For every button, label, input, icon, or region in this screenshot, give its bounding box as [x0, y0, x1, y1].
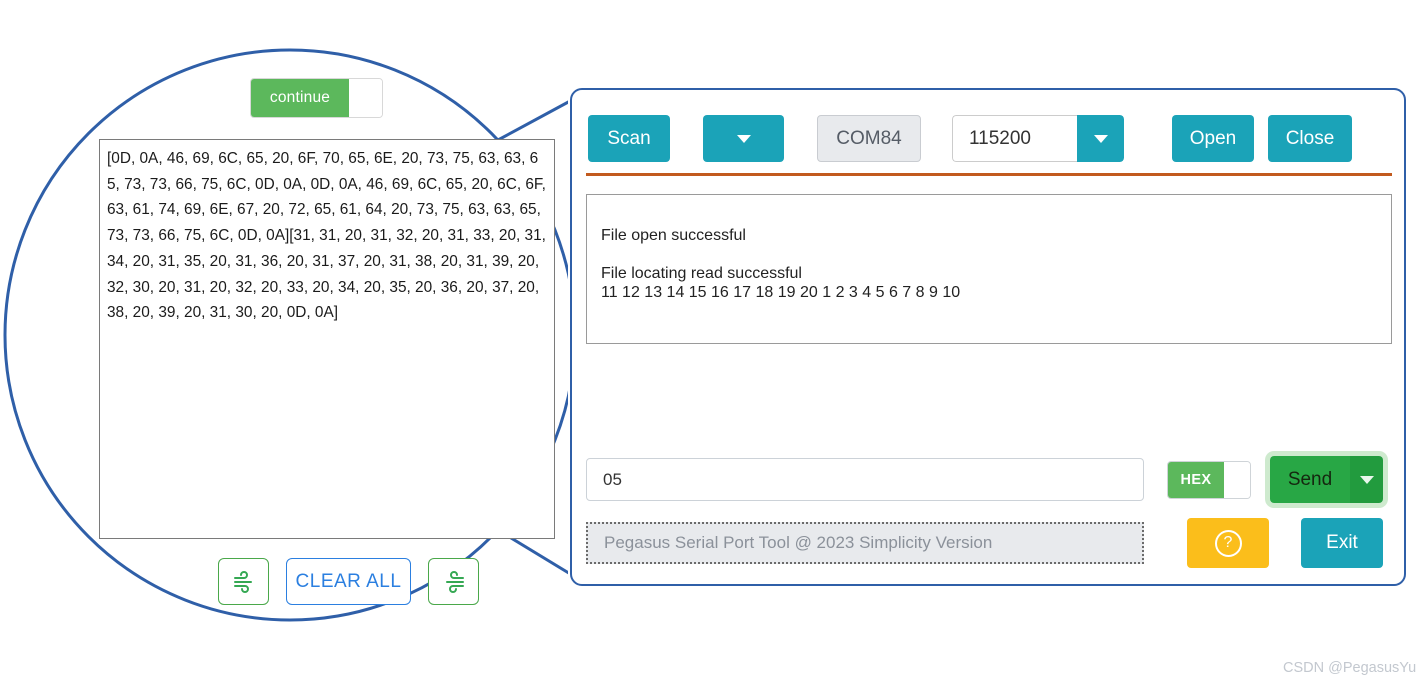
hex-toggle-label[interactable]: HEX [1168, 461, 1224, 498]
serial-tool-panel: Scan COM84 115200 Open Close File open s… [570, 88, 1406, 586]
continue-dropdown-button[interactable] [349, 79, 382, 117]
continue-split-button[interactable]: continue [250, 78, 383, 118]
magnified-region: continue [0D, 0A, 46, 69, 6C, 65, 20, 6F… [0, 0, 600, 690]
wind-icon [233, 570, 252, 593]
clear-all-button[interactable]: CLEAR ALL [286, 558, 411, 605]
send-dropdown-button[interactable] [1350, 456, 1383, 503]
status-bar: Pegasus Serial Port Tool @ 2023 Simplici… [586, 522, 1144, 564]
app-root: continue [0D, 0A, 46, 69, 6C, 65, 20, 6F… [0, 0, 1424, 690]
question-circle-icon: ? [1214, 529, 1242, 557]
port-dropdown-button[interactable] [703, 115, 784, 162]
close-button[interactable]: Close [1268, 115, 1352, 162]
send-split-button[interactable]: Send [1270, 456, 1383, 503]
chevron-down-icon [736, 134, 751, 143]
help-button[interactable]: ? [1187, 518, 1269, 568]
wind-reverse-icon [445, 570, 464, 593]
log-output-textarea[interactable]: File open successful File locating read … [586, 194, 1392, 344]
chevron-down-icon [1093, 134, 1108, 143]
baudrate-combobox[interactable]: 115200 [952, 115, 1124, 162]
watermark: CSDN @PegasusYu [1283, 660, 1417, 676]
send-button[interactable]: Send [1270, 456, 1350, 503]
continue-button-label[interactable]: continue [251, 79, 349, 117]
exit-button[interactable]: Exit [1301, 518, 1383, 568]
wind-icon-button-right[interactable] [428, 558, 479, 605]
orange-separator [586, 173, 1392, 176]
send-row: 05 HEX Send [586, 456, 1383, 503]
wind-icon-button-left[interactable] [218, 558, 269, 605]
magnified-action-row: CLEAR ALL [218, 558, 479, 605]
hex-toggle[interactable]: HEX [1167, 460, 1251, 499]
hex-output-textarea[interactable]: [0D, 0A, 46, 69, 6C, 65, 20, 6F, 70, 65,… [99, 139, 555, 539]
chevron-down-icon [1359, 475, 1374, 484]
port-value[interactable]: COM84 [817, 115, 921, 162]
send-input[interactable]: 05 [586, 458, 1144, 501]
scan-button[interactable]: Scan [588, 115, 670, 162]
hex-toggle-track[interactable] [1224, 461, 1250, 498]
open-button[interactable]: Open [1172, 115, 1254, 162]
baudrate-dropdown-button[interactable] [1077, 115, 1124, 162]
connection-toolbar: Scan COM84 115200 Open Close [588, 115, 1352, 162]
baudrate-value[interactable]: 115200 [952, 115, 1077, 162]
